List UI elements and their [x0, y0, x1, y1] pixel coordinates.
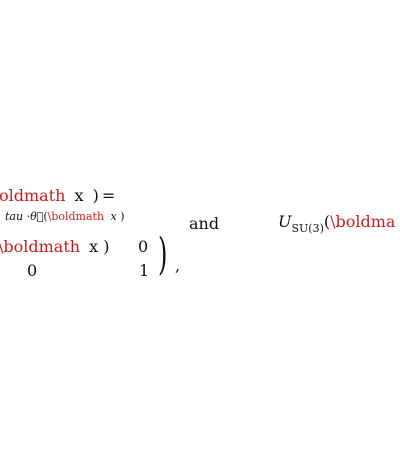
variable-x: x — [74, 186, 84, 205]
matrix-big-close-paren: ) — [158, 229, 168, 280]
theta-vector: θ⃗ — [30, 210, 44, 223]
equation-line-1: oldmath x ) = — [0, 186, 115, 205]
tau-symbol: tau — [5, 210, 24, 223]
matrix-cell-r2c1: 0 — [27, 261, 38, 280]
boldmath-command-fragment: oldmath — [0, 186, 66, 205]
exponent-boldmath-command: boldmath — [51, 210, 105, 223]
matrix-cell-r2c2: 1 — [139, 261, 150, 280]
matrix-variable-x: x — [89, 237, 99, 256]
su3-subscript: SU(3) — [291, 222, 324, 235]
exponent-close-paren: ) — [120, 210, 125, 223]
equals-sign: = — [101, 186, 116, 205]
matrix-row-1: \boldmath x ) — [0, 237, 110, 256]
matrix-boldmath-command: boldmath — [3, 237, 81, 256]
right-boldmath-command-fragment: boldma — [335, 212, 396, 231]
right-expression: USU(3)(\boldma — [278, 212, 396, 235]
matrix-close-paren: ) — [103, 237, 110, 256]
trailing-comma: , — [175, 256, 181, 275]
exponent-variable-x: x — [110, 210, 117, 223]
unitary-U: U — [278, 212, 292, 231]
exponent-expression: tau ·θ⃗(\boldmath x ) — [5, 210, 125, 223]
conjunction-and: and — [189, 214, 220, 233]
matrix-cell-r1c2: 0 — [138, 237, 149, 256]
close-paren: ) — [92, 186, 99, 205]
